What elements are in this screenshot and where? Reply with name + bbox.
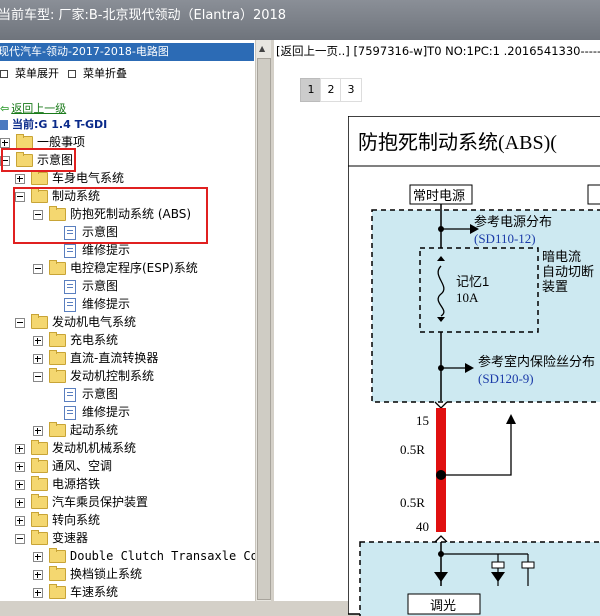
expand-icon[interactable]	[33, 425, 43, 436]
folder-icon	[49, 350, 66, 365]
car-icon	[0, 120, 8, 130]
ref1-text: 参考电源分布	[474, 214, 552, 229]
folder-icon	[31, 476, 48, 491]
document-icon	[64, 279, 76, 294]
navigation-pane: 现代汽车-领动-2017-2018-电路图 菜单展开 菜单折叠 ⇦ 返回上一级 当…	[0, 40, 270, 601]
scrollbar-thumb[interactable]	[257, 58, 271, 600]
document-icon	[64, 243, 76, 258]
wire-label-2: 0.5R	[400, 495, 425, 510]
tree-node[interactable]: 直流-直流转换器	[33, 349, 158, 367]
folder-icon	[49, 566, 66, 581]
expand-icon[interactable]	[15, 443, 25, 454]
menu-collapse-button[interactable]: 菜单折叠	[68, 65, 127, 81]
page-2-button[interactable]: 2	[320, 78, 342, 102]
fuse-name: 记忆1	[456, 274, 489, 289]
tree-leaf[interactable]: 示意图	[64, 277, 118, 295]
expand-icon[interactable]	[33, 587, 43, 598]
dark-current-label: 暗电流	[542, 249, 581, 264]
folder-icon	[31, 512, 48, 527]
highlight-box	[1, 148, 76, 172]
folder-icon	[49, 548, 66, 563]
dimmer-label: 调光	[430, 598, 456, 613]
device-label: 装置	[542, 279, 568, 294]
collapse-icon[interactable]	[33, 371, 43, 382]
tree-node[interactable]: 汽车乘员保护装置	[15, 493, 148, 511]
folder-icon	[49, 584, 66, 599]
diagram-title: 防抱死制动系统(ABS)(	[358, 131, 557, 154]
expand-icon[interactable]	[15, 173, 25, 184]
folder-icon	[31, 458, 48, 473]
page-1-button[interactable]: 1	[300, 78, 322, 102]
tree-node[interactable]: 发动机控制系统	[33, 367, 154, 385]
expand-icon[interactable]	[15, 515, 25, 526]
expand-icon[interactable]	[33, 551, 43, 562]
fuse-amp: 10A	[456, 290, 479, 305]
wire-label-1: 0.5R	[400, 442, 425, 457]
page-3-button[interactable]: 3	[340, 78, 362, 102]
tree-node[interactable]: 车速系统	[33, 583, 118, 601]
square-icon	[0, 70, 8, 78]
tree-node[interactable]: 发动机机械系统	[15, 439, 136, 457]
auto-cut-label: 自动切断	[542, 264, 594, 279]
scroll-up-icon[interactable]: ▲	[259, 44, 265, 53]
wiring-diagram: 防抱死制动系统(ABS)( 常时电源 参考电源分布 (SD110-12) 记忆1…	[348, 116, 600, 616]
document-icon	[64, 297, 76, 312]
folder-icon	[49, 332, 66, 347]
menu-expand-button[interactable]: 菜单展开	[0, 65, 59, 81]
expand-icon[interactable]	[15, 497, 25, 508]
ref1-code: (SD110-12)	[474, 231, 536, 246]
folder-icon	[31, 170, 48, 185]
highlight-box	[13, 187, 208, 244]
expand-icon[interactable]	[15, 479, 25, 490]
folder-open-icon	[49, 368, 66, 383]
tree-leaf[interactable]: 维修提示	[64, 295, 130, 313]
folder-icon	[31, 494, 48, 509]
page-info[interactable]: [返回上一页..] [7597316-w]T0 NO:1PC:1 .201654…	[276, 43, 600, 59]
document-icon	[64, 405, 76, 420]
diode-icon	[521, 561, 535, 569]
pin-bottom: 40	[416, 519, 429, 534]
current-model: 当前:G 1.4 T-GDI	[0, 116, 107, 132]
expand-icon[interactable]	[33, 335, 43, 346]
tree-node[interactable]: 转向系统	[15, 511, 100, 529]
collapse-icon[interactable]	[15, 317, 25, 328]
window-title: 当前车型: 厂家:B-北京现代领动（Elantra）2018	[0, 8, 287, 23]
pin-top: 15	[416, 413, 429, 428]
tree-node[interactable]: 电控稳定程序(ESP)系统	[33, 259, 198, 277]
back-arrow-icon: ⇦	[0, 102, 10, 115]
nav-header: 现代汽车-领动-2017-2018-电路图	[0, 43, 254, 61]
square-icon	[68, 70, 76, 78]
nav-scrollbar[interactable]: ▲	[255, 40, 271, 601]
back-link[interactable]: ⇦ 返回上一级	[0, 100, 66, 116]
tree-leaf[interactable]: 示意图	[64, 385, 118, 403]
ref2-code: (SD120-9)	[478, 371, 534, 386]
tree-node[interactable]: 充电系统	[33, 331, 118, 349]
diode-icon	[491, 561, 505, 569]
folder-open-icon	[31, 314, 48, 329]
ref2-text: 参考室内保险丝分布	[478, 354, 595, 369]
collapse-icon[interactable]	[33, 263, 43, 274]
folder-open-icon	[31, 530, 48, 545]
tree-node[interactable]: 换档锁止系统	[33, 565, 142, 583]
window-titlebar: 当前车型: 厂家:B-北京现代领动（Elantra）2018	[0, 0, 600, 40]
tree-node[interactable]: 通风、空调	[15, 457, 112, 475]
expand-icon[interactable]	[33, 353, 43, 364]
tree-node[interactable]: 变速器	[15, 529, 88, 547]
collapse-icon[interactable]	[15, 533, 25, 544]
tree-leaf[interactable]: 维修提示	[64, 403, 130, 421]
tree-node[interactable]: Double Clutch Transaxle Cor	[33, 547, 265, 565]
tree-node[interactable]: 电源搭铁	[15, 475, 100, 493]
document-icon	[64, 387, 76, 402]
folder-icon	[31, 440, 48, 455]
power-label-box-2	[587, 184, 600, 205]
folder-icon	[49, 422, 66, 437]
tree-node[interactable]: 发动机电气系统	[15, 313, 136, 331]
expand-icon[interactable]	[33, 569, 43, 580]
expand-icon[interactable]	[0, 137, 10, 148]
power-label: 常时电源	[413, 188, 465, 203]
tree-node[interactable]: 起动系统	[33, 421, 118, 439]
folder-open-icon	[49, 260, 66, 275]
expand-icon[interactable]	[15, 461, 25, 472]
